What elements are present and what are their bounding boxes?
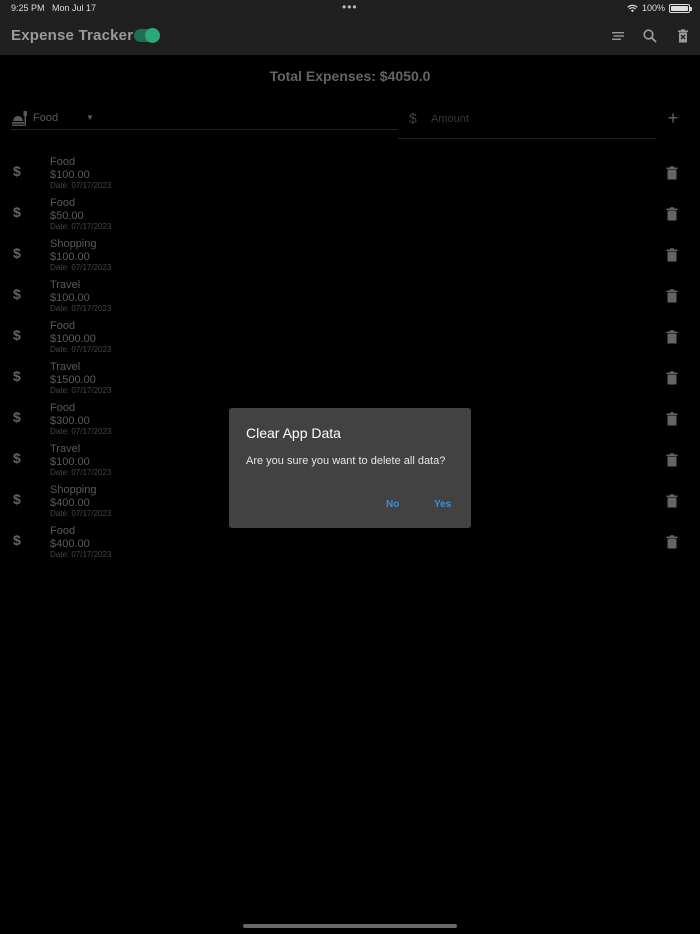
search-icon xyxy=(643,29,657,43)
battery-icon xyxy=(669,3,692,13)
no-button[interactable]: No xyxy=(386,499,399,510)
sort-button[interactable] xyxy=(609,27,627,45)
status-bar: 9:25 PM Mon Jul 17 ••• 100% xyxy=(0,0,700,18)
app-bar: Expense Tracker xyxy=(0,18,700,55)
yes-button[interactable]: Yes xyxy=(434,499,451,510)
search-button[interactable] xyxy=(641,27,659,45)
wifi-icon xyxy=(627,4,638,12)
battery-level xyxy=(671,5,688,11)
dialog-title: Clear App Data xyxy=(246,425,341,441)
theme-toggle[interactable] xyxy=(134,28,160,43)
sort-icon xyxy=(612,32,624,40)
app-title: Expense Tracker xyxy=(11,27,134,44)
delete-all-button[interactable] xyxy=(674,27,692,45)
multitasking-dots[interactable]: ••• xyxy=(342,0,358,14)
delete-all-icon xyxy=(678,29,688,43)
status-right: 100% xyxy=(627,3,692,13)
dialog-message: Are you sure you want to delete all data… xyxy=(246,455,446,467)
status-date: Mon Jul 17 xyxy=(52,3,97,13)
battery-percent: 100% xyxy=(641,3,665,13)
status-time: 9:25 PM xyxy=(11,3,45,13)
home-indicator[interactable] xyxy=(243,924,457,928)
clear-data-dialog: Clear App Data Are you sure you want to … xyxy=(229,408,471,528)
toggle-knob xyxy=(145,28,160,43)
